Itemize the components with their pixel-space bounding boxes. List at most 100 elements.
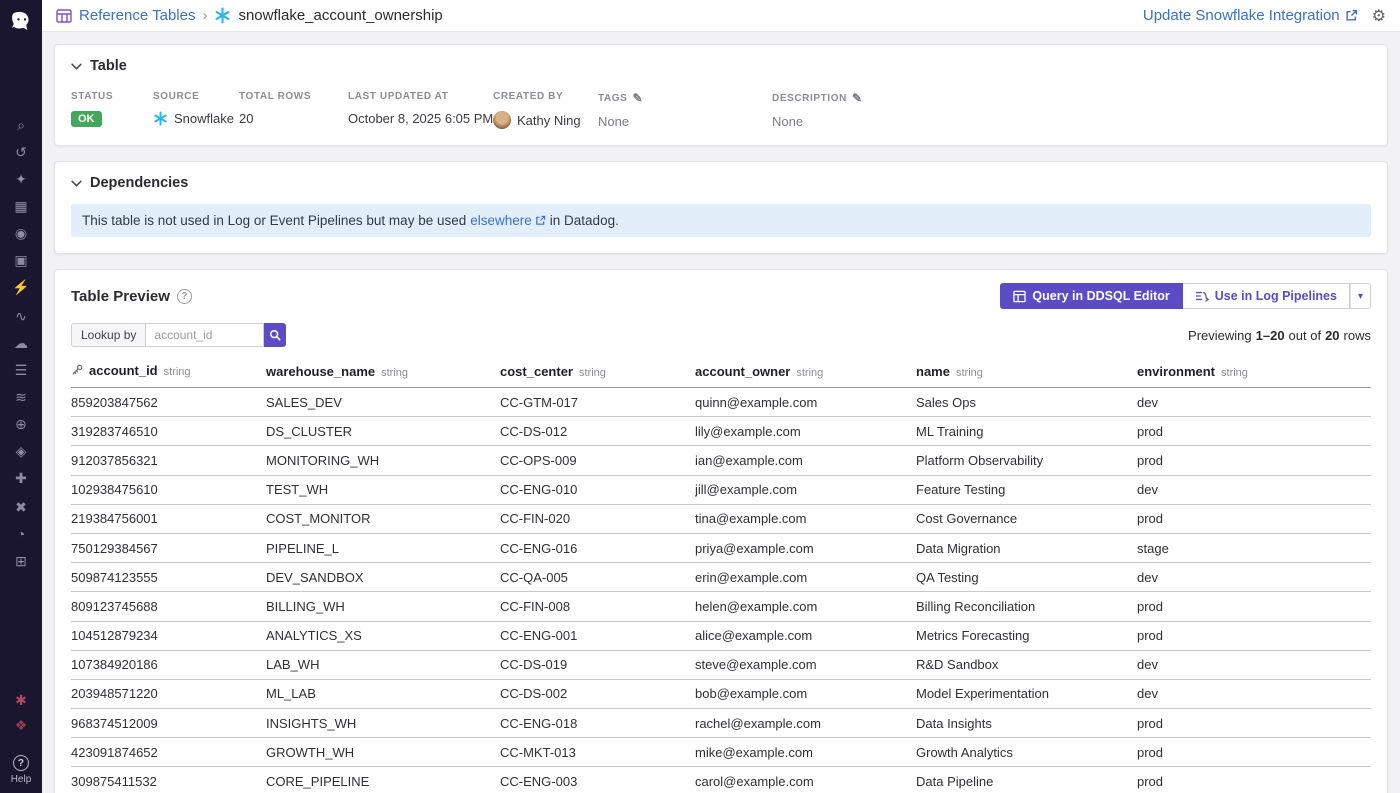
table-section-title: Table xyxy=(90,58,127,74)
table-row[interactable]: 104512879234ANALYTICS_XSCC-ENG-001alice@… xyxy=(71,621,1371,650)
column-header-account_owner[interactable]: account_ownerstring xyxy=(695,358,916,388)
integrations-icon[interactable]: ⊞ xyxy=(11,554,31,569)
table-row[interactable]: 509874123555DEV_SANDBOXCC-QA-005erin@exa… xyxy=(71,563,1371,592)
table-row[interactable]: 102938475610TEST_WHCC-ENG-010jill@exampl… xyxy=(71,475,1371,504)
table-row[interactable]: 859203847562SALES_DEVCC-GTM-017quinn@exa… xyxy=(71,388,1371,417)
table-row[interactable]: 750129384567PIPELINE_LCC-ENG-016priya@ex… xyxy=(71,533,1371,562)
table-body: 859203847562SALES_DEVCC-GTM-017quinn@exa… xyxy=(71,388,1371,793)
table-row[interactable]: 423091874652GROWTH_WHCC-MKT-013mike@exam… xyxy=(71,738,1371,767)
column-name: account_owner xyxy=(695,364,790,379)
query-in-ddsql-editor-button[interactable]: Query in DDSQL Editor xyxy=(1000,283,1182,309)
table-cell: Model Experimentation xyxy=(916,679,1137,708)
table-cell: Data Migration xyxy=(916,533,1137,562)
previewing-total: 20 xyxy=(1325,328,1339,343)
column-type: string xyxy=(1221,367,1248,379)
table-cell: stage xyxy=(1137,533,1371,562)
column-type: string xyxy=(956,367,983,379)
update-link-label: Update Snowflake Integration xyxy=(1143,7,1340,24)
table-row[interactable]: 809123745688BILLING_WHCC-FIN-008helen@ex… xyxy=(71,592,1371,621)
table-cell: 750129384567 xyxy=(71,533,266,562)
column-header-name[interactable]: name string xyxy=(916,358,1137,388)
logs-icon[interactable]: ☰ xyxy=(11,363,31,378)
edit-tags-icon[interactable]: ✎ xyxy=(632,91,643,105)
sidebar-nav: ⌕ ↺ ✦ ▦ ◉ ▣ ⚡ ∿ ☁ ☰ ≋ ⊕ ◈ ✚ ✖ ◔ ⊞ xyxy=(11,34,31,569)
table-cell: dev xyxy=(1137,388,1371,417)
table-row[interactable]: 309875411532CORE_PIPELINECC-ENG-003carol… xyxy=(71,767,1371,793)
field-source: SOURCE Snowflake xyxy=(153,91,239,129)
serverless-icon[interactable]: ☁ xyxy=(11,336,31,351)
table-cell: prod xyxy=(1137,709,1371,738)
previewing-summary: Previewing 1–20 out of 20 rows xyxy=(1188,328,1371,343)
table-row[interactable]: 107384920186LAB_WHCC-DS-019steve@example… xyxy=(71,650,1371,679)
edit-description-icon[interactable]: ✎ xyxy=(852,91,863,105)
history-icon[interactable]: ↺ xyxy=(11,145,31,160)
error-tracking-icon[interactable]: ✖ xyxy=(11,500,31,515)
column-header-cost_center[interactable]: cost_centerstring xyxy=(500,358,695,388)
field-description: DESCRIPTION ✎ None xyxy=(772,91,883,129)
synthetics-icon[interactable]: ✚ xyxy=(11,471,31,486)
table-cell: 968374512009 xyxy=(71,709,266,738)
ai-sparkle-icon[interactable]: ✦ xyxy=(11,172,31,187)
watchdog-icon[interactable]: ◉ xyxy=(11,226,31,241)
table-row[interactable]: 219384756001COST_MONITORCC-FIN-020tina@e… xyxy=(71,504,1371,533)
dashboards-icon[interactable]: ▦ xyxy=(11,199,31,214)
total-rows-value: 20 xyxy=(239,111,253,126)
update-snowflake-integration-link[interactable]: Update Snowflake Integration xyxy=(1143,7,1358,24)
table-cell: 107384920186 xyxy=(71,650,266,679)
elsewhere-link[interactable]: elsewhere xyxy=(470,213,546,228)
metrics-icon[interactable]: ∿ xyxy=(11,309,31,324)
column-type: string xyxy=(164,366,191,378)
infrastructure-icon[interactable]: ▣ xyxy=(11,253,31,268)
table-cell: CC-OPS-009 xyxy=(500,446,695,475)
dependencies-card: Dependencies This table is not used in L… xyxy=(54,161,1388,254)
table-cell: quinn@example.com xyxy=(695,388,916,417)
table-row[interactable]: 912037856321MONITORING_WHCC-OPS-009ian@e… xyxy=(71,446,1371,475)
column-name: name xyxy=(916,364,950,379)
table-cell: Billing Reconciliation xyxy=(916,592,1137,621)
breadcrumb-reference-tables[interactable]: Reference Tables xyxy=(79,7,195,24)
pipelines-dropdown-caret[interactable]: ▾ xyxy=(1350,283,1371,309)
table-section-toggle[interactable]: Table xyxy=(71,58,1371,74)
dependencies-section-toggle[interactable]: Dependencies xyxy=(71,175,1371,191)
column-header-account_id[interactable]: account_idstring xyxy=(71,358,266,388)
security-icon[interactable]: ◈ xyxy=(11,444,31,459)
settings-gear-icon[interactable]: ⚙ xyxy=(1372,6,1386,26)
table-cell: CC-MKT-013 xyxy=(500,738,695,767)
search-button[interactable] xyxy=(264,323,286,347)
snowflake-icon xyxy=(214,7,231,24)
reference-tables-icon xyxy=(56,9,72,23)
lookup-by-button[interactable]: Lookup by xyxy=(71,323,146,347)
lookup-input[interactable] xyxy=(146,323,264,347)
datadog-logo[interactable] xyxy=(7,8,35,34)
table-cell: rachel@example.com xyxy=(695,709,916,738)
pipelines-icon[interactable]: ≋ xyxy=(11,390,31,405)
ci-icon[interactable]: ⊕ xyxy=(11,417,31,432)
table-grid-icon xyxy=(1013,290,1026,303)
chevron-down-icon xyxy=(71,180,82,187)
table-cell: PIPELINE_L xyxy=(266,533,500,562)
field-label-source: SOURCE xyxy=(153,91,219,102)
table-row[interactable]: 203948571220ML_LABCC-DS-002bob@example.c… xyxy=(71,679,1371,708)
table-cell: CC-ENG-001 xyxy=(500,621,695,650)
help-block[interactable]: ? Help xyxy=(11,755,32,785)
security-hub-icon[interactable]: ✱ xyxy=(11,693,31,708)
table-row[interactable]: 319283746510DS_CLUSTERCC-DS-012lily@exam… xyxy=(71,417,1371,446)
status-badge: OK xyxy=(71,111,102,127)
column-header-warehouse_name[interactable]: warehouse_namestring xyxy=(266,358,500,388)
search-icon[interactable]: ⌕ xyxy=(11,118,31,133)
last-updated-value: October 8, 2025 6:05 PM xyxy=(348,111,493,126)
help-tooltip-icon[interactable]: ? xyxy=(177,289,192,304)
table-cell: R&D Sandbox xyxy=(916,650,1137,679)
table-cell: TEST_WH xyxy=(266,475,500,504)
previewing-prefix: Previewing xyxy=(1188,328,1252,343)
column-header-environment[interactable]: environmentstring xyxy=(1137,358,1371,388)
help-icon[interactable]: ? xyxy=(13,755,29,771)
bits-ai-icon[interactable]: ❖ xyxy=(11,718,31,733)
elsewhere-link-label: elsewhere xyxy=(470,213,532,228)
use-in-log-pipelines-button[interactable]: Use in Log Pipelines xyxy=(1183,283,1350,309)
monitors-icon[interactable]: ◔ xyxy=(11,527,31,542)
apm-icon[interactable]: ⚡ xyxy=(11,280,31,295)
table-cell: tina@example.com xyxy=(695,504,916,533)
table-cell: prod xyxy=(1137,417,1371,446)
table-row[interactable]: 968374512009INSIGHTS_WHCC-ENG-018rachel@… xyxy=(71,709,1371,738)
